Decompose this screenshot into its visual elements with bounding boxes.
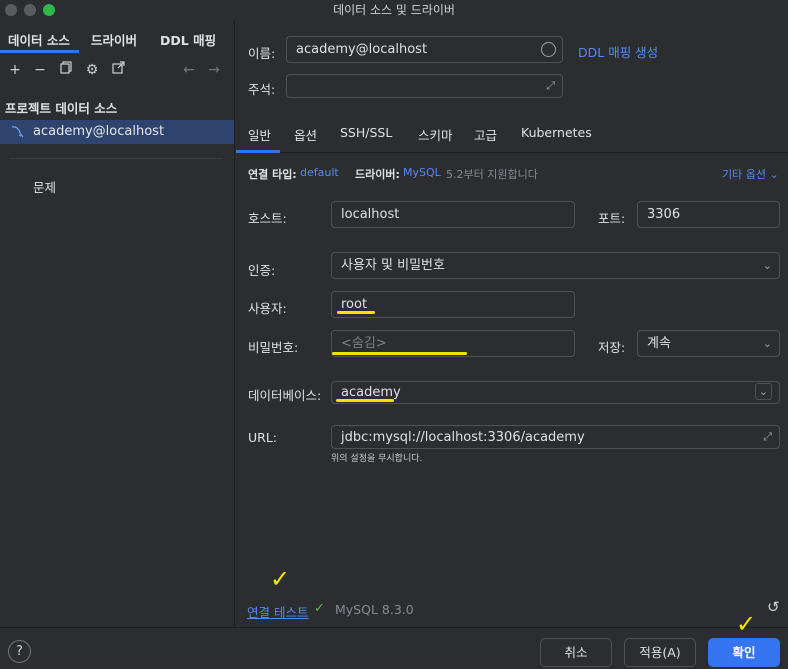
auth-value: 사용자 및 비밀번호 (341, 258, 445, 273)
success-check-icon: ✓ (314, 601, 325, 616)
dialog-footer: ? 취소 적용(A) 확인 ✓ (0, 610, 788, 669)
tab-kubernetes[interactable]: Kubernetes (521, 125, 592, 140)
add-icon[interactable]: + (6, 60, 24, 80)
expand-icon[interactable]: ⤢ (763, 429, 772, 444)
host-label: 호스트: (248, 211, 287, 226)
chevron-down-icon: ⌄ (769, 168, 779, 181)
auth-select[interactable]: 사용자 및 비밀번호 ⌄ (331, 252, 780, 279)
reset-icon[interactable]: ↺ (767, 598, 780, 616)
host-field[interactable]: localhost (331, 201, 575, 228)
tab-ssh-ssl[interactable]: SSH/SSL (340, 125, 392, 140)
port-field[interactable]: 3306 (637, 201, 780, 228)
color-picker-icon[interactable] (541, 42, 556, 57)
driver-label: 드라이버: (355, 168, 400, 181)
mysql-icon (10, 123, 28, 141)
tab-schemas[interactable]: 스키마 (418, 125, 453, 144)
chevron-down-icon[interactable]: ⌄ (754, 383, 772, 400)
name-value: academy@localhost (296, 42, 428, 57)
tab-data-sources[interactable]: 데이터 소스 (8, 30, 70, 49)
apply-button[interactable]: 적용(A) (624, 638, 696, 667)
divider (10, 158, 222, 159)
minimize-window-button[interactable] (24, 4, 36, 16)
test-connection-link[interactable]: 연결 테스트 (247, 602, 308, 621)
other-options-label: 기타 옵션 (722, 168, 766, 181)
tab-general[interactable]: 일반 (248, 125, 271, 144)
save-label: 저장: (598, 340, 626, 355)
expand-icon[interactable]: ⤢ (546, 78, 555, 93)
forward-arrow-icon[interactable]: → (205, 60, 223, 80)
remove-icon[interactable]: − (31, 60, 49, 80)
url-field[interactable]: jdbc:mysql://localhost:3306/academy ⤢ (331, 425, 780, 449)
left-pane: 데이터 소스 드라이버 DDL 매핑 + − ⚙ ← → 프로젝트 데이터 소스… (0, 20, 235, 627)
url-value: jdbc:mysql://localhost:3306/academy (341, 430, 585, 445)
title-bar: 데이터 소스 및 드라이버 (0, 0, 788, 20)
database-field[interactable]: academy ⌄ (331, 381, 780, 404)
ddl-mapping-link[interactable]: DDL 매핑 생성 (578, 42, 658, 61)
name-label: 이름: (248, 46, 276, 61)
url-note: 위의 설정을 무시합니다. (331, 454, 423, 464)
back-arrow-icon[interactable]: ← (180, 60, 198, 80)
ok-button[interactable]: 확인 (708, 638, 780, 667)
data-source-item[interactable]: academy@localhost (0, 120, 234, 144)
auth-label: 인증: (248, 263, 276, 278)
driver-note: 5.2부터 지원합니다 (446, 168, 538, 181)
highlight-underline (332, 352, 467, 355)
comment-label: 주석: (248, 82, 276, 97)
test-status: MySQL 8.3.0 (335, 602, 414, 617)
save-select[interactable]: 계속 ⌄ (637, 330, 780, 357)
database-value: academy (341, 385, 401, 400)
comment-field[interactable]: ⤢ (286, 74, 563, 98)
highlight-underline (337, 311, 375, 314)
active-tab-indicator (0, 50, 79, 53)
left-tabs: 데이터 소스 드라이버 DDL 매핑 (0, 20, 235, 53)
tab-ddl-mapping[interactable]: DDL 매핑 (160, 30, 216, 49)
port-value: 3306 (647, 207, 681, 222)
user-label: 사용자: (248, 301, 287, 316)
project-data-sources-header: 프로젝트 데이터 소스 (5, 101, 118, 116)
save-value: 계속 (647, 336, 671, 351)
other-options-link[interactable]: 기타 옵션 ⌄ (722, 166, 779, 182)
test-connection-bar: ✓ 연결 테스트 ✓ MySQL 8.3.0 ↺ (236, 565, 788, 627)
port-label: 포트: (598, 211, 626, 226)
tab-options[interactable]: 옵션 (294, 125, 317, 144)
host-value: localhost (341, 207, 400, 222)
tab-drivers[interactable]: 드라이버 (91, 30, 137, 49)
chevron-down-icon: ⌄ (762, 259, 772, 272)
help-button[interactable]: ? (8, 640, 31, 663)
password-label: 비밀번호: (248, 340, 299, 355)
tab-advanced[interactable]: 고급 (474, 125, 497, 144)
url-label: URL: (248, 430, 278, 445)
right-pane: 이름: academy@localhost DDL 매핑 생성 주석: ⤢ 일반… (236, 20, 788, 627)
chevron-down-icon: ⌄ (762, 337, 772, 350)
gear-icon[interactable]: ⚙ (83, 60, 101, 80)
highlight-underline (336, 399, 394, 402)
export-icon[interactable] (109, 60, 127, 80)
connection-type-value[interactable]: default (300, 166, 339, 179)
left-toolbar: + − ⚙ ← → (0, 60, 235, 82)
data-source-label: academy@localhost (33, 124, 165, 139)
driver-value[interactable]: MySQL (403, 166, 441, 179)
database-label: 데이터베이스: (248, 388, 322, 403)
problems-item[interactable]: 문제 (33, 177, 56, 196)
name-field[interactable]: academy@localhost (286, 36, 563, 63)
check-annotation: ✓ (270, 565, 291, 593)
close-window-button[interactable] (5, 4, 17, 16)
window-title: 데이터 소스 및 드라이버 (333, 3, 455, 17)
settings-tabs: 일반 옵션 SSH/SSL 스키마 고급 Kubernetes (236, 115, 788, 153)
check-annotation: ✓ (736, 610, 757, 638)
cancel-button[interactable]: 취소 (540, 638, 612, 667)
zoom-window-button[interactable] (43, 4, 55, 16)
active-tab-indicator (236, 150, 280, 153)
duplicate-icon[interactable] (57, 60, 75, 80)
user-value: root (341, 297, 368, 312)
connection-type-label: 연결 타입: (248, 168, 297, 181)
password-placeholder: <숨김> (341, 336, 387, 351)
